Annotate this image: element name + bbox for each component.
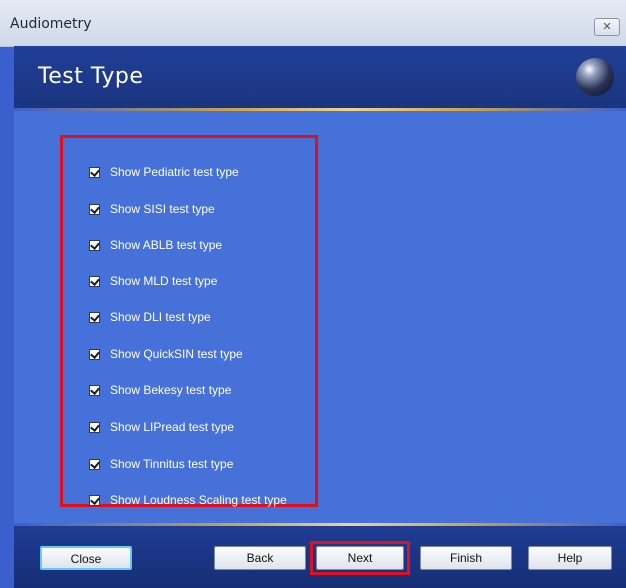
- audiometry-dialog: Audiometry ✕ Test Type Show Pediatric te…: [0, 0, 626, 588]
- option-mld[interactable]: Show MLD test type: [89, 271, 217, 291]
- option-pediatric[interactable]: Show Pediatric test type: [89, 162, 239, 182]
- option-label: Show Tinnitus test type: [110, 457, 234, 471]
- option-lipread[interactable]: Show LIPread test type: [89, 417, 234, 437]
- help-button[interactable]: Help: [528, 546, 612, 570]
- option-label: Show Pediatric test type: [110, 165, 239, 179]
- finish-button[interactable]: Finish: [420, 546, 512, 570]
- option-tinnitus[interactable]: Show Tinnitus test type: [89, 454, 233, 474]
- option-ablb[interactable]: Show ABLB test type: [89, 235, 222, 255]
- checkbox-checked-icon[interactable]: [89, 311, 100, 323]
- title-bar: Audiometry ✕: [0, 0, 626, 47]
- checkbox-checked-icon[interactable]: [89, 348, 100, 360]
- option-label: Show MLD test type: [110, 274, 218, 288]
- option-dli[interactable]: Show DLI test type: [89, 307, 211, 327]
- option-bekesy[interactable]: Show Bekesy test type: [89, 380, 231, 400]
- next-button[interactable]: Next: [316, 546, 404, 570]
- option-loudness-scaling[interactable]: Show Loudness Scaling test type: [89, 490, 287, 510]
- checkbox-checked-icon[interactable]: [89, 494, 100, 506]
- page-title: Test Type: [38, 64, 144, 89]
- option-label: Show Bekesy test type: [110, 383, 232, 397]
- window-close-button[interactable]: ✕: [594, 18, 620, 36]
- checkbox-checked-icon[interactable]: [89, 275, 100, 287]
- checkbox-checked-icon[interactable]: [89, 421, 100, 433]
- window-title: Audiometry: [10, 16, 92, 32]
- content-panel: Show Pediatric test type Show SISI test …: [14, 111, 626, 523]
- option-label: Show DLI test type: [110, 310, 211, 324]
- checkbox-checked-icon[interactable]: [89, 203, 100, 215]
- option-quicksin[interactable]: Show QuickSIN test type: [89, 344, 243, 364]
- checkbox-checked-icon[interactable]: [89, 384, 100, 396]
- option-label: Show ABLB test type: [110, 238, 223, 252]
- option-label: Show LIPread test type: [110, 420, 235, 434]
- globe-orb-icon: [576, 58, 614, 96]
- option-sisi[interactable]: Show SISI test type: [89, 199, 215, 219]
- option-label: Show QuickSIN test type: [110, 347, 243, 361]
- test-type-checkbox-group: Show Pediatric test type Show SISI test …: [60, 135, 318, 507]
- back-button[interactable]: Back: [214, 546, 306, 570]
- close-button[interactable]: Close: [40, 546, 132, 570]
- checkbox-checked-icon[interactable]: [89, 239, 100, 251]
- checkbox-checked-icon[interactable]: [89, 166, 100, 178]
- option-label: Show Loudness Scaling test type: [110, 493, 287, 507]
- checkbox-checked-icon[interactable]: [89, 458, 100, 470]
- option-label: Show SISI test type: [110, 202, 215, 216]
- wizard-header: Test Type: [14, 46, 626, 108]
